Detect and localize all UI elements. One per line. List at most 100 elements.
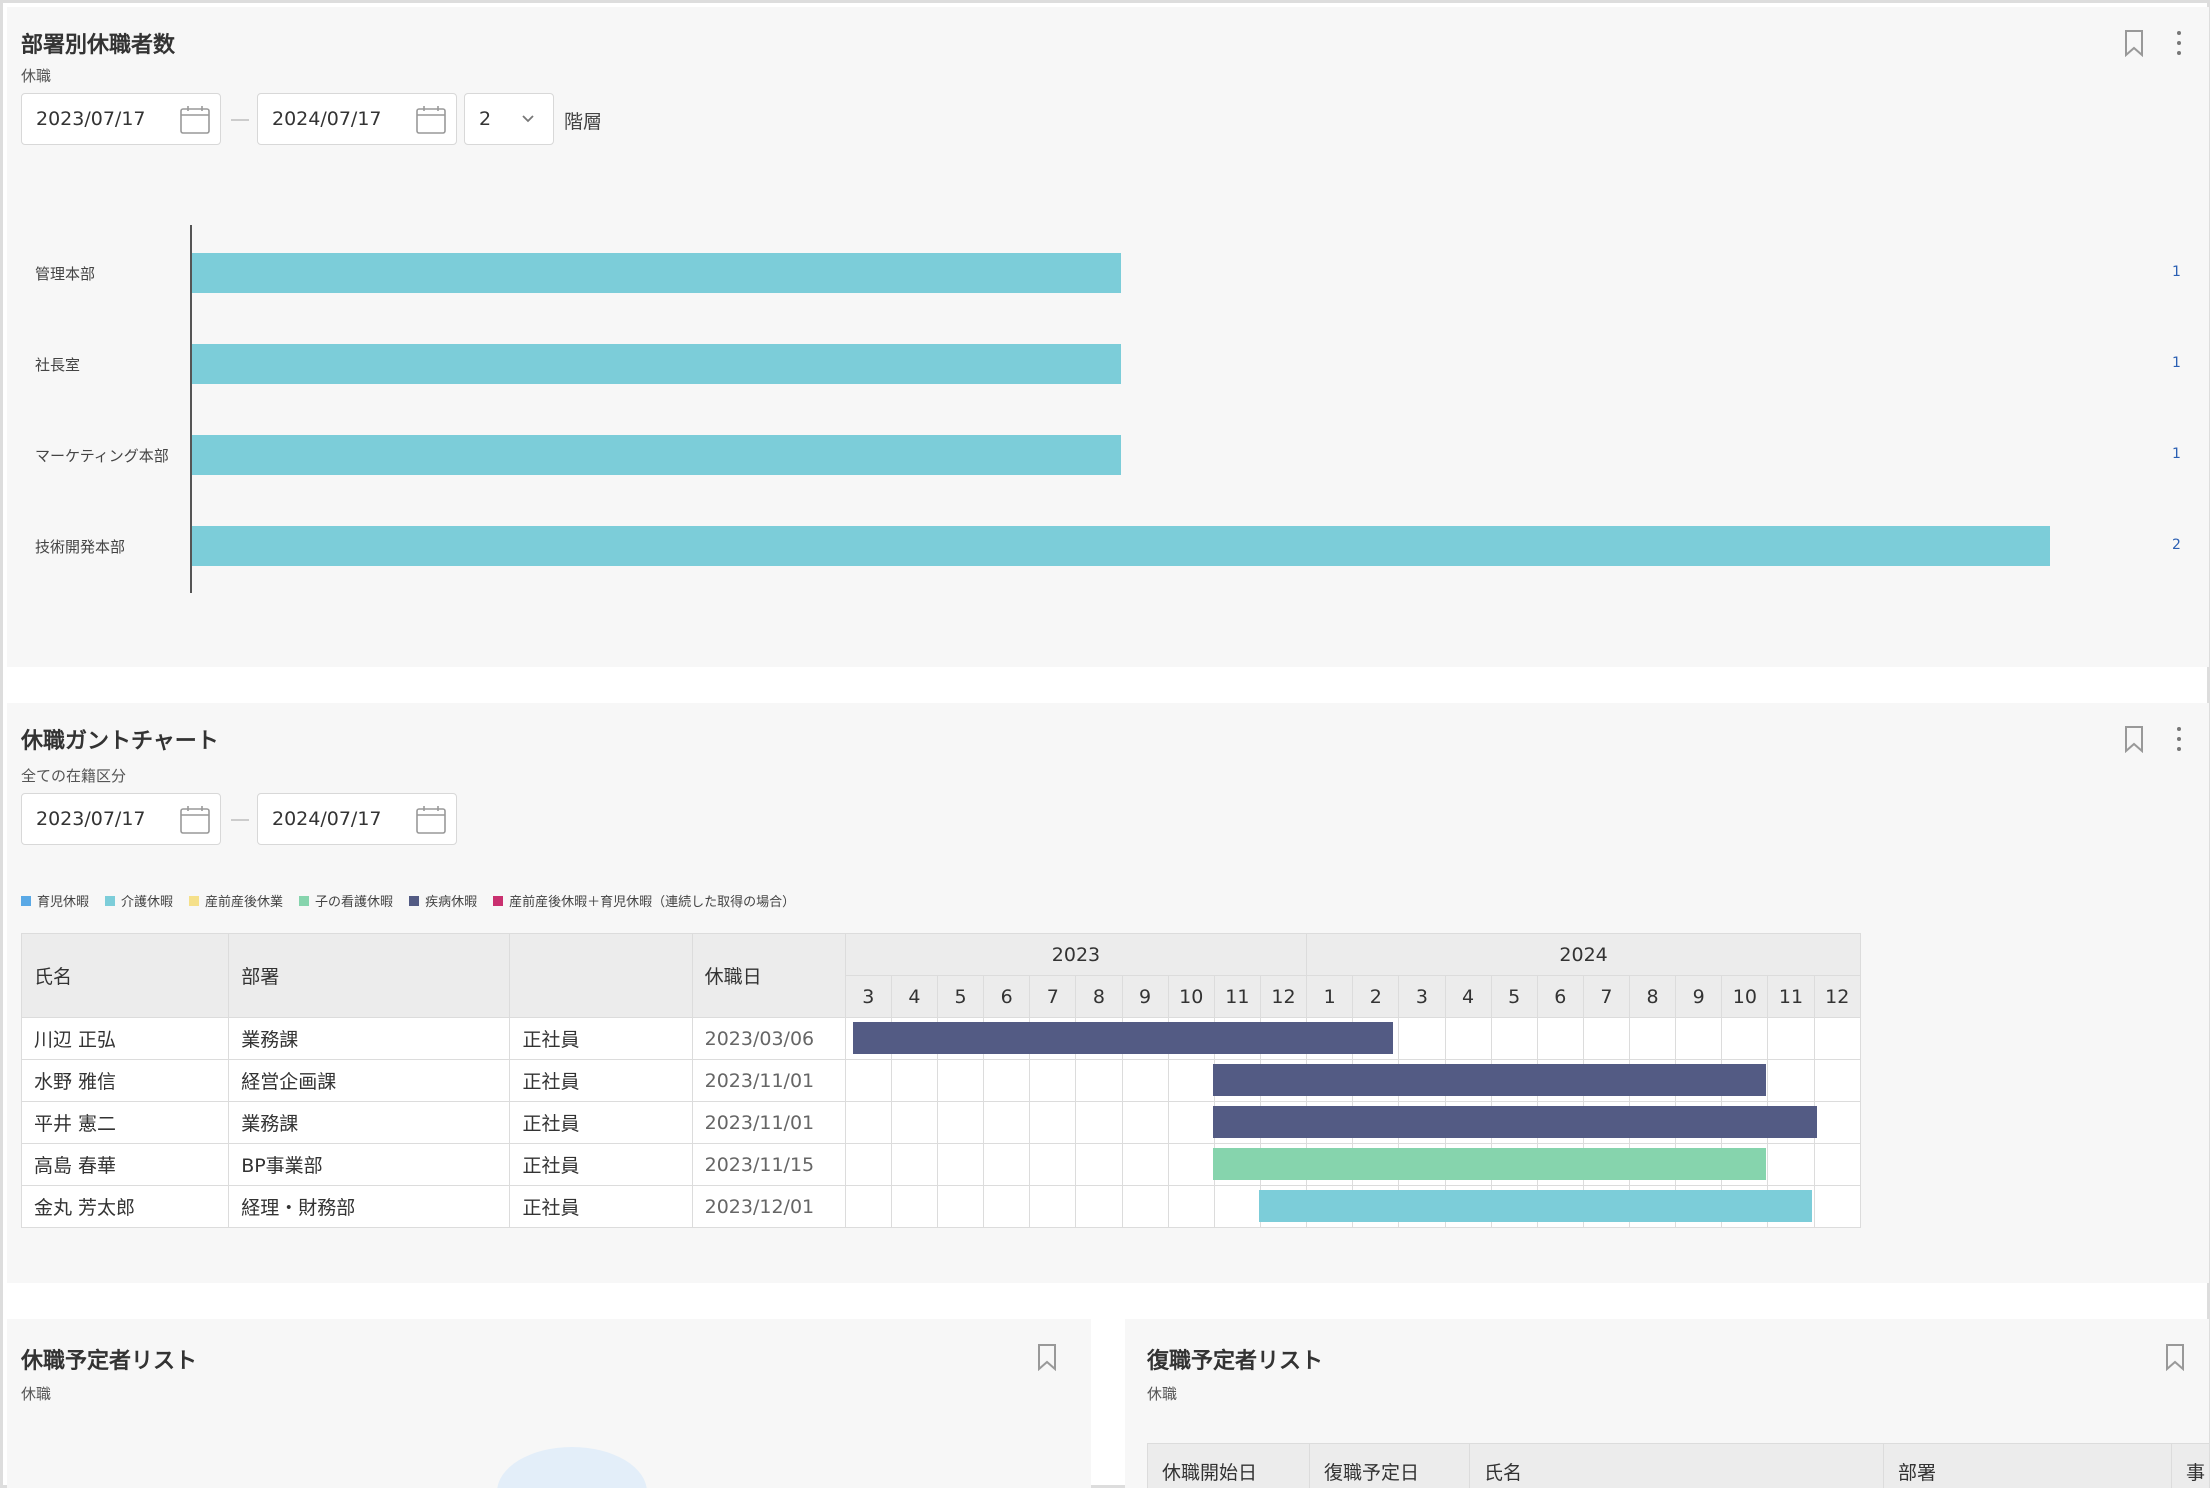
col-header-dept: 部署 [228, 933, 511, 1018]
month-cell [1490, 1101, 1538, 1144]
month-cell [983, 1143, 1031, 1186]
card-department-leave-count: 部署別休職者数 休職 2023/07/17 2024/07/17 2 階層 管理… [7, 7, 2209, 667]
cell-date: 2023/03/06 [691, 1017, 846, 1060]
month-cell [1352, 1059, 1400, 1102]
legend-swatch [189, 895, 200, 906]
month-cell [890, 1101, 939, 1144]
col-header-type [509, 933, 693, 1018]
month-cell [983, 1101, 1031, 1144]
month-cell [1582, 1143, 1631, 1186]
month-header: 3 [1398, 975, 1446, 1018]
more-vertical-icon[interactable] [2175, 725, 2183, 753]
month-cell [1121, 1101, 1169, 1144]
bar[interactable] [192, 435, 1121, 475]
month-cell [1629, 1059, 1677, 1102]
month-cell [1075, 1101, 1123, 1144]
month-cell [1029, 1185, 1077, 1228]
month-cell [1536, 1101, 1584, 1144]
bar[interactable] [192, 253, 1121, 293]
cell-name: 水野 雅信 [20, 1059, 230, 1102]
gantt-row[interactable]: 水野 雅信 経営企画課 正社員 2023/11/01 [20, 1059, 1862, 1102]
legend-swatch [409, 895, 420, 906]
month-cell [1675, 1143, 1723, 1186]
card-subtitle: 全ての在籍区分 [21, 767, 127, 785]
month-cell [1398, 1143, 1446, 1186]
month-cell [1167, 1059, 1215, 1102]
month-header: 9 [1675, 975, 1723, 1018]
month-cell [1259, 1101, 1308, 1144]
col-header-more[interactable]: 事 [2171, 1443, 2209, 1488]
date-from-field[interactable]: 2023/07/17 [21, 793, 221, 845]
month-cell [937, 1185, 985, 1228]
col-header-return-date[interactable]: 復職予定日 [1309, 1443, 1470, 1488]
bar-category-label: 技術開発本部 [35, 538, 126, 556]
month-cell [1075, 1059, 1123, 1102]
month-header: 8 [1629, 975, 1677, 1018]
month-cell [1721, 1143, 1769, 1186]
month-cell [1629, 1185, 1677, 1228]
month-cell [844, 1017, 892, 1060]
cell-date: 2023/11/01 [691, 1101, 846, 1144]
cell-type: 正社員 [509, 1059, 693, 1102]
calendar-icon[interactable] [180, 806, 210, 834]
bookmark-icon[interactable] [2124, 725, 2144, 753]
month-header: 10 [1721, 975, 1769, 1018]
gantt-row[interactable]: 平井 憲二 業務課 正社員 2023/11/01 [20, 1101, 1862, 1144]
month-cell [1213, 1101, 1261, 1144]
cell-dept: 経営企画課 [228, 1059, 511, 1102]
bar[interactable] [192, 526, 2050, 566]
month-header: 5 [1490, 975, 1538, 1018]
month-cell [1536, 1059, 1584, 1102]
month-cell [844, 1143, 892, 1186]
col-header-leave-start[interactable]: 休職開始日 [1147, 1443, 1310, 1488]
bar-value-label: 2 [2172, 537, 2181, 553]
month-cell [1813, 1143, 1862, 1186]
calendar-icon[interactable] [416, 806, 446, 834]
cell-dept: 業務課 [228, 1101, 511, 1144]
month-header: 7 [1029, 975, 1077, 1018]
gantt-row[interactable]: 高島 春華 BP事業部 正社員 2023/11/15 [20, 1143, 1862, 1186]
month-cell [1352, 1101, 1400, 1144]
month-header: 10 [1167, 975, 1215, 1018]
legend-swatch [493, 895, 504, 906]
gantt-row[interactable]: 川辺 正弘 業務課 正社員 2023/03/06 [20, 1017, 1862, 1060]
month-cell [1029, 1143, 1077, 1186]
month-cell [1167, 1101, 1215, 1144]
month-cell [983, 1017, 1031, 1060]
month-cell [1721, 1185, 1769, 1228]
gantt-row[interactable]: 金丸 芳太郎 経理・財務部 正社員 2023/12/01 [20, 1185, 1862, 1228]
col-header-dept[interactable]: 部署 [1883, 1443, 2172, 1488]
month-cell [1490, 1185, 1538, 1228]
legend-item: 介護休暇 [105, 891, 173, 910]
month-header: 11 [1767, 975, 1815, 1018]
cell-type: 正社員 [509, 1017, 693, 1060]
col-header-name[interactable]: 氏名 [1469, 1443, 1884, 1488]
month-cell [1259, 1017, 1308, 1060]
date-from-value: 2023/07/17 [36, 808, 146, 830]
bookmark-icon[interactable] [1037, 1343, 1057, 1371]
month-cell [1629, 1143, 1677, 1186]
month-cell [844, 1059, 892, 1102]
bookmark-icon[interactable] [2165, 1343, 2185, 1371]
month-cell [1813, 1017, 1862, 1060]
month-cell [1398, 1185, 1446, 1228]
month-cell [1167, 1185, 1215, 1228]
month-cell [1582, 1185, 1631, 1228]
month-cell [1813, 1101, 1862, 1144]
date-to-field[interactable]: 2024/07/17 [257, 793, 457, 845]
bar[interactable] [192, 344, 1121, 384]
month-header: 5 [937, 975, 985, 1018]
cell-type: 正社員 [509, 1185, 693, 1228]
date-to-value: 2024/07/17 [272, 808, 382, 830]
month-cell [1536, 1185, 1584, 1228]
month-cell [1721, 1101, 1769, 1144]
cell-name: 川辺 正弘 [20, 1017, 230, 1060]
card-title: 休職予定者リスト [21, 1349, 198, 1374]
month-cell [1398, 1101, 1446, 1144]
month-cell [1767, 1185, 1815, 1228]
card-upcoming-leave-list: 休職予定者リスト 休職 [7, 1319, 1091, 1488]
month-cell [1721, 1059, 1769, 1102]
month-cell [1675, 1059, 1723, 1102]
month-cell [1444, 1185, 1492, 1228]
cell-name: 金丸 芳太郎 [20, 1185, 230, 1228]
